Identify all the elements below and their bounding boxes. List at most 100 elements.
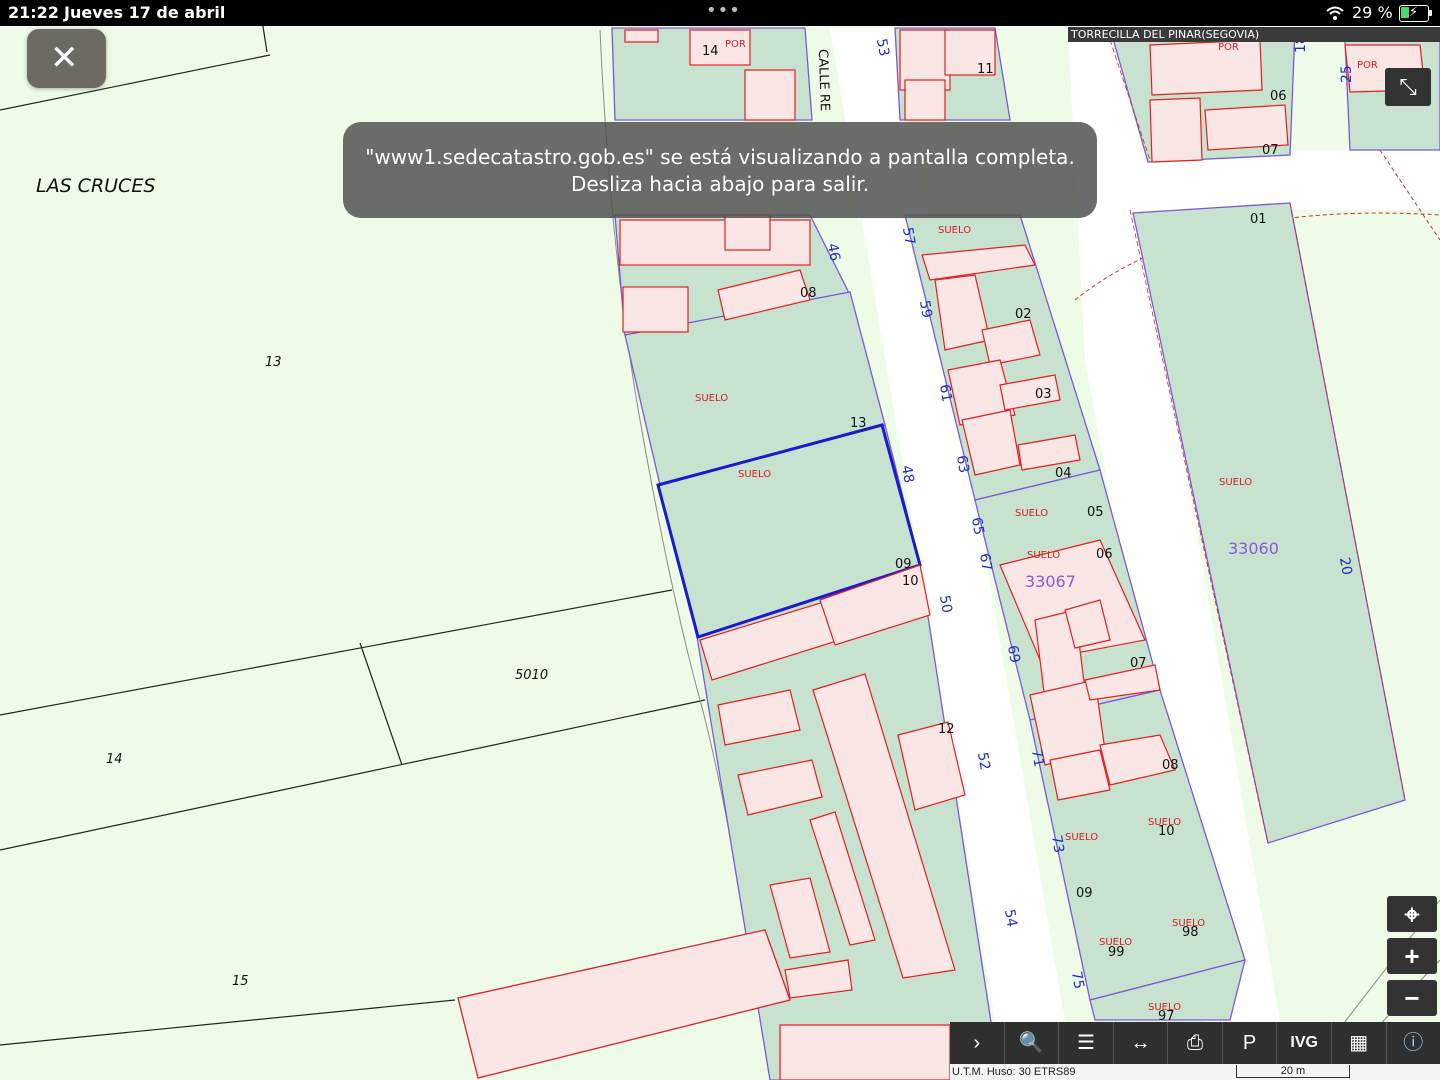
info-icon: ⓘ	[1403, 1032, 1424, 1054]
parcel-label: 07	[1262, 143, 1279, 158]
por-label: POR	[1218, 42, 1239, 53]
toolbar-measure-button[interactable]: ↔	[1114, 1022, 1169, 1064]
parcel-label: 11	[977, 62, 994, 77]
suelo-label: SUELO	[938, 225, 971, 236]
parcel-label: 09	[895, 557, 912, 572]
fullscreen-notice-line2: Desliza hacia abajo para salir.	[570, 172, 870, 196]
house-number: 75	[1068, 970, 1087, 990]
parcel-label: 05	[1087, 505, 1104, 520]
block-number: 33060	[1228, 539, 1279, 558]
suelo-label: SUELO	[738, 469, 771, 480]
parcel-label: 09	[1076, 886, 1093, 901]
house-number: 25	[1339, 65, 1355, 83]
house-number: 69	[1004, 644, 1023, 664]
street-name: CALLE RE	[815, 49, 832, 112]
suelo-label: SUELO	[1148, 817, 1181, 828]
suelo-label: SUELO	[1027, 550, 1060, 561]
house-number: 63	[953, 454, 972, 474]
clock: 21:22	[8, 3, 59, 22]
zoom-out-button[interactable]: −	[1387, 980, 1437, 1016]
parcel-label: 06	[1096, 547, 1113, 562]
suelo-label: SUELO	[1148, 1002, 1181, 1013]
house-number: 59	[916, 299, 935, 319]
toolbar-ivg-button[interactable]: IVG	[1277, 1022, 1332, 1064]
toolbar-buildings-button[interactable]: ▦	[1332, 1022, 1387, 1064]
suelo-label: SUELO	[1099, 937, 1132, 948]
battery-icon: ⚡	[1399, 5, 1432, 22]
parcel-label: 01	[1250, 212, 1267, 227]
plus-icon: +	[1404, 941, 1420, 971]
municipio-label: TORRECILLA DEL PINAR(SEGOVIA)	[1068, 27, 1440, 42]
house-number: 61	[936, 383, 955, 403]
parcel-label: 13	[850, 416, 867, 431]
toolbar-layers-button[interactable]: ☰	[1059, 1022, 1114, 1064]
suelo-label: SUELO	[1015, 508, 1048, 519]
house-number: 20	[1336, 556, 1355, 576]
suelo-label: SUELO	[695, 393, 728, 404]
map-footer: U.T.M. Huso: 30 ETRS89 20 m	[950, 1064, 1440, 1080]
parcel-label: 02	[1015, 307, 1032, 322]
suelo-label: SUELO	[1219, 477, 1252, 488]
fullscreen-notice: "www1.sedecatastro.gob.es" se está visua…	[343, 122, 1097, 218]
buildings-icon: ▦	[1349, 1032, 1369, 1054]
suelo-label: SUELO	[1065, 832, 1098, 843]
zoom-in-button[interactable]: +	[1387, 938, 1437, 974]
place-las-cruces: LAS CRUCES	[36, 175, 155, 197]
rural-parcel-15: 15	[232, 974, 249, 989]
toolbar-search-button[interactable]: 🔍	[1005, 1022, 1060, 1064]
measure-icon: ↔	[1130, 1032, 1151, 1054]
map-toolbar: › 🔍 ☰ ↔ ⎙ P IVG ▦ ⓘ	[950, 1022, 1440, 1064]
rural-parcel-14: 14	[106, 752, 123, 767]
parcel-label: 14	[702, 44, 719, 59]
toolbar-expand-button[interactable]: ›	[950, 1022, 1005, 1064]
utm-projection: U.T.M. Huso: 30 ETRS89	[952, 1066, 1076, 1078]
locate-button[interactable]: ⌖	[1387, 896, 1437, 932]
toolbar-print-button[interactable]: ⎙	[1168, 1022, 1223, 1064]
house-number: 71	[1028, 748, 1047, 768]
crosshair-icon: ⌖	[1404, 899, 1420, 929]
block-number: 33067	[1025, 572, 1076, 591]
chevron-right-icon: ›	[973, 1032, 981, 1054]
close-fullscreen-button[interactable]: ✕	[27, 29, 106, 88]
toolbar-parking-button[interactable]: P	[1223, 1022, 1278, 1064]
parking-icon: P	[1242, 1032, 1257, 1054]
parcel-label: 08	[800, 286, 817, 301]
close-icon: ✕	[50, 39, 79, 77]
house-number: 67	[976, 552, 995, 572]
house-number: 53	[873, 37, 892, 57]
collapse-icon: ⤡	[1399, 74, 1417, 99]
house-number: 65	[968, 516, 987, 536]
toolbar-info-button[interactable]: ⓘ	[1387, 1022, 1440, 1064]
rural-parcel-13: 13	[265, 355, 282, 370]
fullscreen-notice-line1: "www1.sedecatastro.gob.es" se está visua…	[365, 145, 1075, 169]
status-date: Jueves 17 de abril	[64, 3, 226, 22]
status-bar: 21:22 Jueves 17 de abril ••• 29 % ⚡	[0, 0, 1440, 26]
parcel-label: 06	[1270, 89, 1287, 104]
rural-parcel-5010: 5010	[515, 668, 548, 683]
parcel-label: 10	[902, 574, 919, 589]
minus-icon: −	[1404, 983, 1420, 1013]
ivg-icon: IVG	[1290, 1034, 1318, 1051]
layers-icon: ☰	[1076, 1032, 1095, 1054]
multitask-dots[interactable]: •••	[706, 0, 741, 21]
por-label: POR	[725, 39, 746, 50]
house-number: 46	[824, 242, 843, 262]
house-number: 57	[899, 226, 918, 246]
scale-bar: 20 m	[1236, 1065, 1350, 1078]
house-number: 54	[1001, 908, 1020, 928]
house-number: 52	[974, 751, 993, 771]
search-icon: 🔍	[1018, 1032, 1044, 1054]
parcel-label: 04	[1055, 466, 1072, 481]
house-number: 50	[936, 594, 955, 614]
por-label: POR	[1357, 60, 1378, 71]
wifi-icon	[1326, 6, 1344, 20]
battery-percent: 29 %	[1352, 3, 1393, 22]
parcel-label: 07	[1130, 656, 1147, 671]
print-icon: ⎙	[1187, 1032, 1204, 1054]
house-number: 48	[898, 464, 917, 484]
parcel-label: 03	[1035, 387, 1052, 402]
parcel-label: 08	[1162, 758, 1179, 773]
exit-fullscreen-button[interactable]: ⤡	[1385, 68, 1431, 106]
house-number: 73	[1048, 834, 1067, 854]
suelo-label: SUELO	[1172, 918, 1205, 929]
